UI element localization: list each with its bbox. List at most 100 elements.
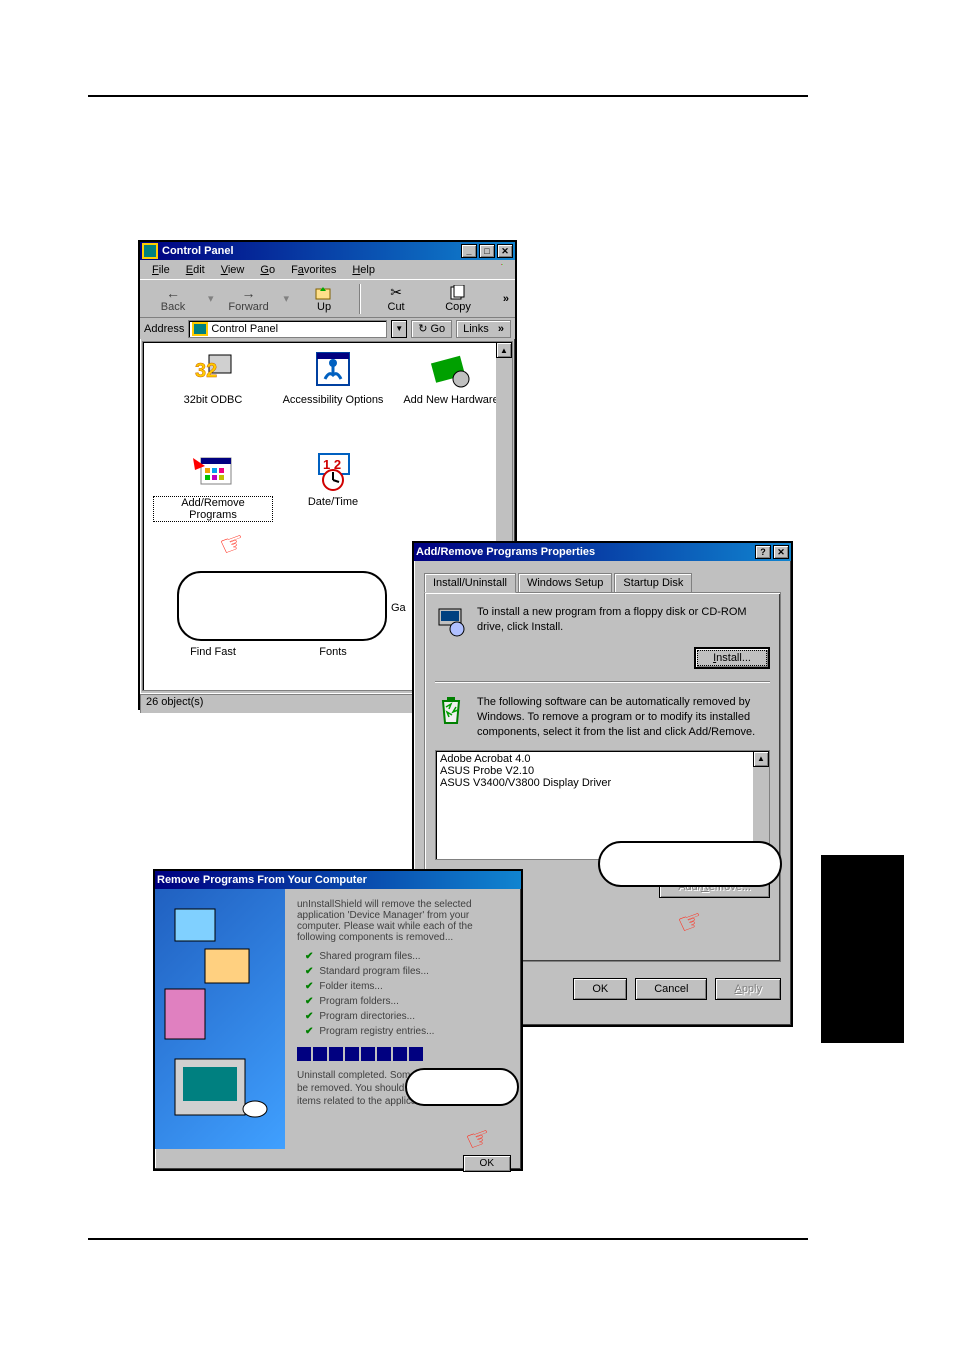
rule-top	[88, 95, 808, 97]
wizard-main: unInstallShield will remove the selected…	[285, 889, 521, 1149]
cut-label: Cut	[388, 301, 405, 313]
menu-file[interactable]: File	[144, 262, 178, 278]
forward-label: Forward	[228, 301, 268, 313]
item-accessibility[interactable]: Accessibility Options	[273, 350, 393, 406]
list-item[interactable]: ASUS V3400/V3800 Display Driver	[440, 777, 765, 789]
links-button[interactable]: Links »	[456, 320, 511, 338]
toolbar: ← Back ▾ → Forward ▾ Up ✂ Cut	[140, 279, 515, 317]
apply-button[interactable]: Apply	[715, 978, 781, 1000]
tab-windows-setup[interactable]: Windows Setup	[518, 573, 612, 592]
go-button[interactable]: ↻ Go	[411, 320, 452, 338]
tabs: Install/Uninstall Windows Setup Startup …	[424, 573, 781, 592]
progress-item: ✔Folder items...	[297, 981, 509, 992]
progress-item: ✔Program directories...	[297, 1011, 509, 1022]
tab-startup-disk[interactable]: Startup Disk	[614, 573, 692, 592]
wizard-sidebar-image	[155, 889, 285, 1149]
wizard-intro: unInstallShield will remove the selected…	[297, 899, 509, 943]
install-info-text: To install a new program from a floppy d…	[477, 605, 770, 637]
address-bar: Address Control Panel ▼ ↻ Go Links »	[140, 317, 515, 339]
menu-help[interactable]: Help	[344, 262, 383, 278]
callout-oval-1	[177, 571, 387, 641]
item-label: Fonts	[273, 646, 393, 658]
cancel-button[interactable]: Cancel	[635, 978, 707, 1000]
go-icon: ↻	[418, 322, 427, 335]
date-time-icon: 1 2	[309, 452, 357, 492]
maximize-button[interactable]: □	[479, 244, 495, 258]
menubar: File Edit View Go Favorites Help	[140, 260, 515, 279]
scroll-up-icon[interactable]: ▲	[753, 751, 769, 767]
progress-item: ✔Standard program files...	[297, 966, 509, 977]
progress-item: ✔Program registry entries...	[297, 1026, 509, 1037]
rule-bottom	[88, 1238, 808, 1240]
copy-icon	[448, 285, 468, 301]
windows-logo-icon	[493, 262, 511, 278]
item-label: Find Fast	[153, 646, 273, 658]
item-label: Date/Time	[273, 496, 393, 508]
item-add-remove-programs[interactable]: Add/RemovePrograms	[153, 452, 273, 522]
control-panel-icon	[142, 243, 158, 259]
forward-button[interactable]: → Forward	[222, 285, 276, 313]
minimize-button[interactable]: _	[461, 244, 477, 258]
help-button[interactable]: ?	[755, 545, 771, 559]
copy-label: Copy	[445, 301, 471, 313]
menu-favorites[interactable]: Favorites	[283, 262, 344, 278]
item-date-time[interactable]: 1 2 Date/Time	[273, 452, 393, 508]
up-label: Up	[317, 301, 331, 313]
toolbar-overflow[interactable]: »	[503, 293, 509, 305]
item-label: Add New Hardware	[391, 394, 511, 406]
back-button[interactable]: ← Back	[146, 285, 200, 313]
list-item[interactable]: Adobe Acrobat 4.0	[440, 753, 765, 765]
add-remove-programs-icon	[189, 452, 237, 492]
close-button[interactable]: ✕	[497, 244, 513, 258]
odbc-icon: 32	[189, 350, 237, 390]
up-button[interactable]: Up	[297, 285, 351, 313]
menu-go[interactable]: Go	[252, 262, 283, 278]
scroll-up-icon[interactable]: ▲	[496, 342, 512, 358]
tab-install-uninstall[interactable]: Install/Uninstall	[424, 573, 516, 593]
folder-up-icon	[314, 285, 334, 301]
titlebar-control-panel[interactable]: Control Panel _ □ ✕	[140, 242, 515, 260]
go-label: Go	[430, 323, 445, 335]
status-text: 26 object(s)	[146, 696, 203, 708]
remove-info-text: The following software can be automatica…	[477, 695, 770, 740]
back-label: Back	[161, 301, 185, 313]
item-add-hardware[interactable]: Add New Hardware	[391, 350, 511, 406]
item-label: Add/RemovePrograms	[153, 496, 273, 522]
svg-text:32: 32	[195, 360, 217, 382]
progress-item: ✔Program folders...	[297, 996, 509, 1007]
folder-icon	[192, 322, 208, 336]
window-title: Control Panel	[162, 245, 234, 257]
arrow-left-icon: ←	[163, 285, 183, 301]
window-title: Add/Remove Programs Properties	[416, 546, 595, 558]
scissors-icon: ✂	[386, 285, 406, 301]
cut-button[interactable]: ✂ Cut	[369, 285, 423, 313]
ok-button[interactable]: OK	[573, 978, 627, 1000]
recycle-bin-icon	[435, 695, 467, 727]
progress-item: ✔Shared program files...	[297, 951, 509, 962]
address-label: Address	[144, 323, 184, 335]
item-label: Accessibility Options	[273, 394, 393, 406]
item-label: 32bit ODBC	[153, 394, 273, 406]
callout-oval-2	[598, 841, 782, 887]
item-32bit-odbc[interactable]: 32 32bit ODBC	[153, 350, 273, 406]
install-button[interactable]: Install...	[694, 647, 770, 669]
address-input[interactable]: Control Panel	[188, 320, 387, 338]
arrow-right-icon: →	[239, 285, 259, 301]
page-black-sidebar	[821, 855, 904, 1043]
list-item[interactable]: ASUS Probe V2.10	[440, 765, 765, 777]
ok-button[interactable]: OK	[463, 1155, 511, 1172]
install-software-icon	[435, 605, 467, 637]
address-value: Control Panel	[211, 323, 278, 335]
links-label: Links	[463, 323, 489, 335]
accessibility-icon	[309, 350, 357, 390]
add-hardware-icon	[427, 350, 475, 390]
close-button[interactable]: ✕	[773, 545, 789, 559]
copy-button[interactable]: Copy	[431, 285, 485, 313]
callout-oval-3	[405, 1068, 519, 1106]
address-dropdown[interactable]: ▼	[391, 320, 407, 338]
menu-edit[interactable]: Edit	[178, 262, 213, 278]
progress-bar	[297, 1047, 509, 1061]
titlebar-uninstall[interactable]: Remove Programs From Your Computer	[155, 871, 521, 889]
titlebar-arp[interactable]: Add/Remove Programs Properties ? ✕	[414, 543, 791, 561]
menu-view[interactable]: View	[213, 262, 253, 278]
